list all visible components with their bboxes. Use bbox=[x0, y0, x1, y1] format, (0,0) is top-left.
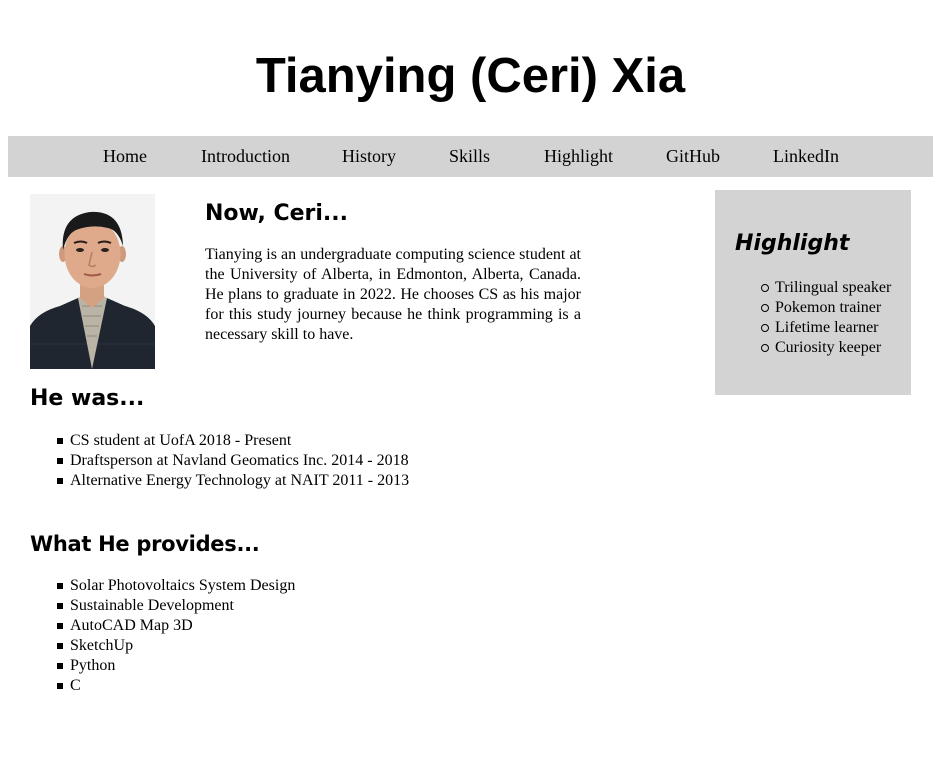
highlight-list-item: Lifetime learner bbox=[735, 318, 891, 338]
nav-bar: Home Introduction History Skills Highlig… bbox=[8, 136, 933, 177]
profile-photo bbox=[30, 194, 155, 369]
highlight-panel: Highlight Trilingual speaker Pokemon tra… bbox=[715, 190, 911, 395]
skills-list-item: AutoCAD Map 3D bbox=[30, 616, 295, 636]
skills-list-item: Solar Photovoltaics System Design bbox=[30, 576, 295, 596]
highlight-list-item: Trilingual speaker bbox=[735, 278, 891, 298]
skills-list-item: SketchUp bbox=[30, 636, 295, 656]
skills-list-item: C bbox=[30, 676, 295, 696]
nav-link-github[interactable]: GitHub bbox=[666, 136, 720, 177]
highlight-list-item: Pokemon trainer bbox=[735, 298, 891, 318]
nav-link-history[interactable]: History bbox=[342, 136, 396, 177]
history-list: CS student at UofA 2018 - Present Drafts… bbox=[30, 431, 409, 491]
skills-list: Solar Photovoltaics System Design Sustai… bbox=[30, 576, 295, 696]
nav-link-home[interactable]: Home bbox=[103, 136, 147, 177]
skills-heading: What He provides... bbox=[30, 532, 260, 556]
skills-list-item: Python bbox=[30, 656, 295, 676]
history-heading: He was... bbox=[30, 386, 145, 411]
skills-list-item: Sustainable Development bbox=[30, 596, 295, 616]
nav-link-introduction[interactable]: Introduction bbox=[201, 136, 290, 177]
history-list-item: Draftsperson at Navland Geomatics Inc. 2… bbox=[30, 451, 409, 471]
nav-link-linkedin[interactable]: LinkedIn bbox=[773, 136, 839, 177]
highlight-list-item: Curiosity keeper bbox=[735, 338, 891, 358]
page-title: Tianying (Ceri) Xia bbox=[255, 49, 686, 103]
highlight-list: Trilingual speaker Pokemon trainer Lifet… bbox=[735, 278, 891, 358]
intro-text: Tianying is an undergraduate computing s… bbox=[205, 246, 581, 343]
nav-link-skills[interactable]: Skills bbox=[449, 136, 490, 177]
history-list-item: CS student at UofA 2018 - Present bbox=[30, 431, 409, 451]
highlight-heading: Highlight bbox=[735, 231, 850, 256]
nav-link-highlight[interactable]: Highlight bbox=[544, 136, 613, 177]
intro-heading: Now, Ceri... bbox=[205, 201, 348, 226]
history-list-item: Alternative Energy Technology at NAIT 20… bbox=[30, 471, 409, 491]
